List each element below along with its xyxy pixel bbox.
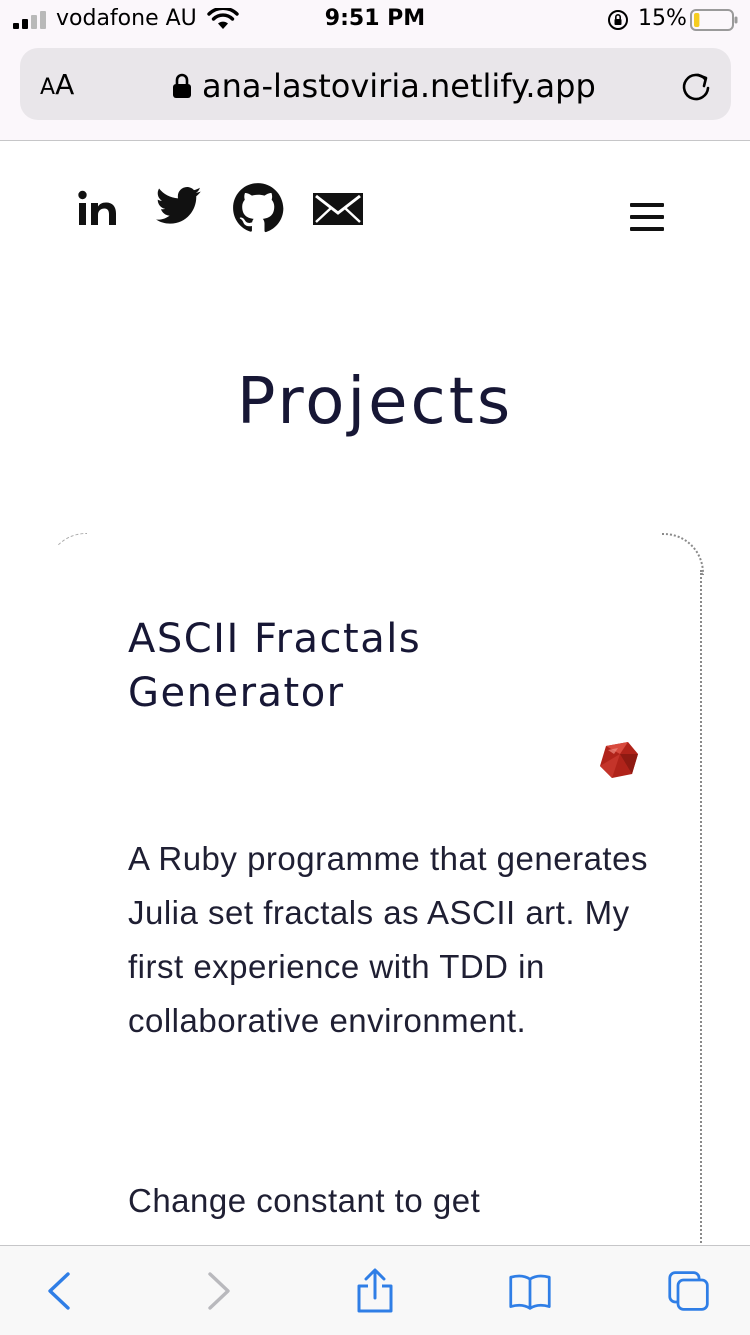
battery-percent: 15%: [638, 6, 687, 31]
tabs-icon[interactable]: [667, 1268, 711, 1314]
github-icon[interactable]: [232, 182, 284, 234]
card-border-right: [700, 570, 702, 1250]
menu-line: [630, 215, 664, 219]
back-icon[interactable]: [38, 1268, 82, 1314]
url-text: ana-lastoviria.netlify.app: [202, 67, 596, 105]
rotation-lock-icon: [608, 10, 628, 30]
url-display[interactable]: ana-lastoviria.netlify.app: [172, 66, 596, 106]
linkedin-icon[interactable]: [76, 188, 120, 228]
reload-icon[interactable]: [679, 70, 713, 104]
browser-address-area: AA ana-lastoviria.netlify.app: [0, 40, 750, 141]
hamburger-menu-button[interactable]: [630, 203, 664, 235]
text-size-button[interactable]: AA: [40, 68, 74, 101]
page-title: Projects: [236, 365, 514, 439]
project-description: A Ruby programme that generates Julia se…: [128, 840, 648, 1039]
card-border-corner-left: [46, 533, 87, 574]
menu-line: [630, 227, 664, 231]
battery-icon: [690, 9, 738, 31]
browser-toolbar: [0, 1245, 750, 1335]
bookmarks-icon[interactable]: [508, 1268, 552, 1314]
share-icon[interactable]: [353, 1268, 397, 1314]
project-title: ASCII Fractals Generator: [128, 616, 422, 716]
card-border-corner-right: [662, 533, 704, 575]
project-description-continued: Change constant to get: [128, 1182, 481, 1219]
status-bar: vodafone AU 9:51 PM 15%: [0, 0, 750, 40]
twitter-icon[interactable]: [156, 186, 202, 226]
menu-line: [630, 203, 664, 207]
forward-icon[interactable]: [196, 1268, 240, 1314]
ruby-icon: [600, 742, 638, 778]
mail-icon[interactable]: [312, 192, 364, 226]
lock-icon: [173, 73, 191, 98]
address-bar[interactable]: AA ana-lastoviria.netlify.app: [20, 48, 731, 120]
